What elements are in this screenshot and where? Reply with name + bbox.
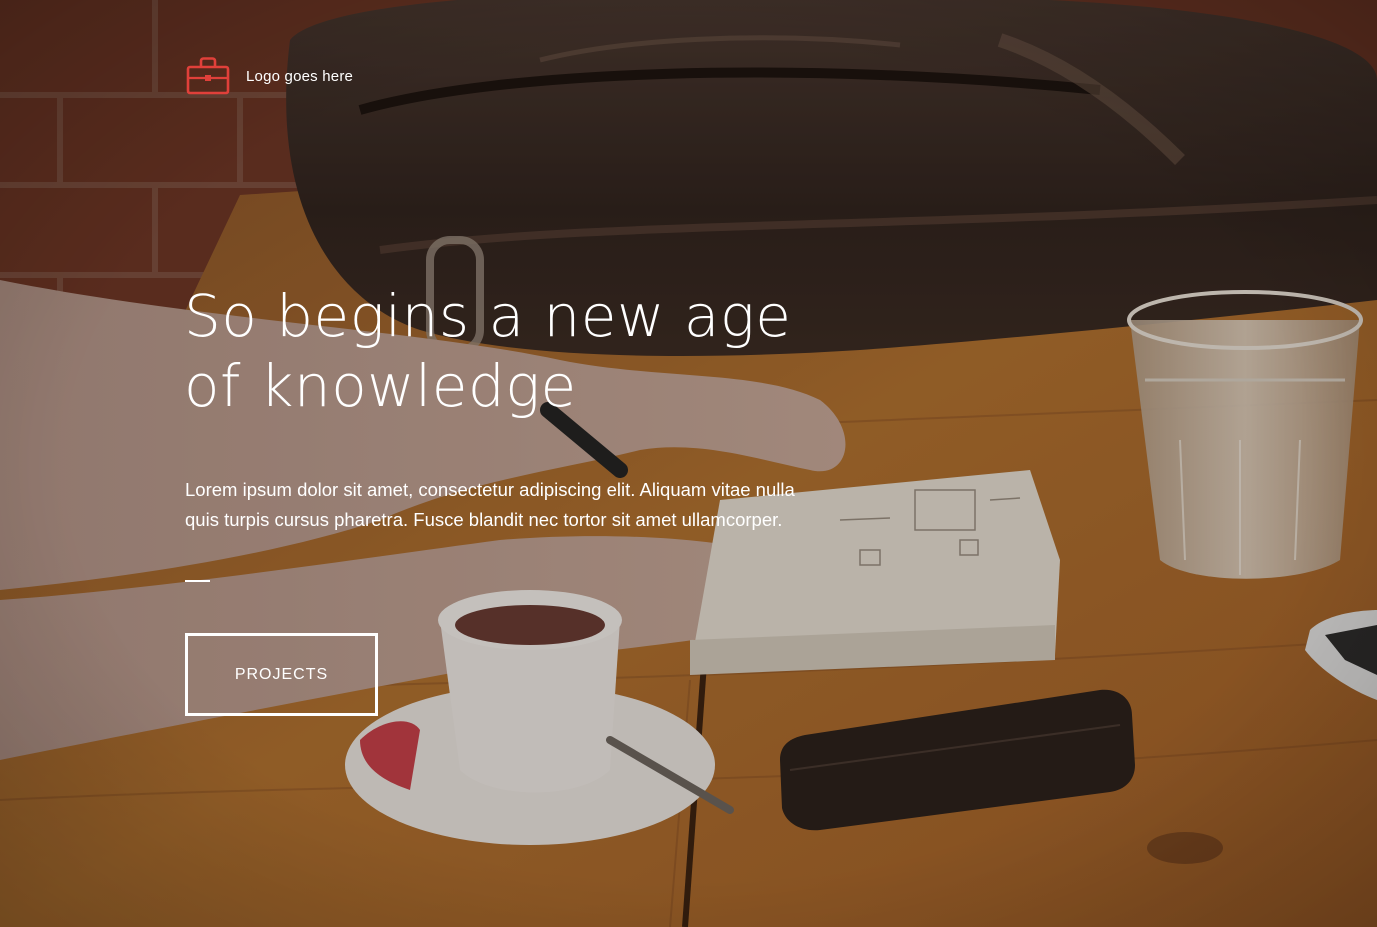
hero-headline: So begins a new age of knowledge [184,281,844,421]
projects-button[interactable]: PROJECTS [185,633,378,716]
logo-text: Logo goes here [246,67,354,85]
hero-description: Lorem ipsum dolor sit amet, consectetur … [185,479,795,530]
hero-section: Logo goes here So begins a new age of kno… [0,0,1377,927]
headline-line-1: So begins a new age [184,282,792,350]
briefcase-icon [186,57,230,95]
headline-line-2: of knowledge [184,352,577,420]
logo[interactable]: Logo goes here [186,56,353,96]
short-divider [185,580,210,582]
photo-dim-overlay [0,0,1377,927]
